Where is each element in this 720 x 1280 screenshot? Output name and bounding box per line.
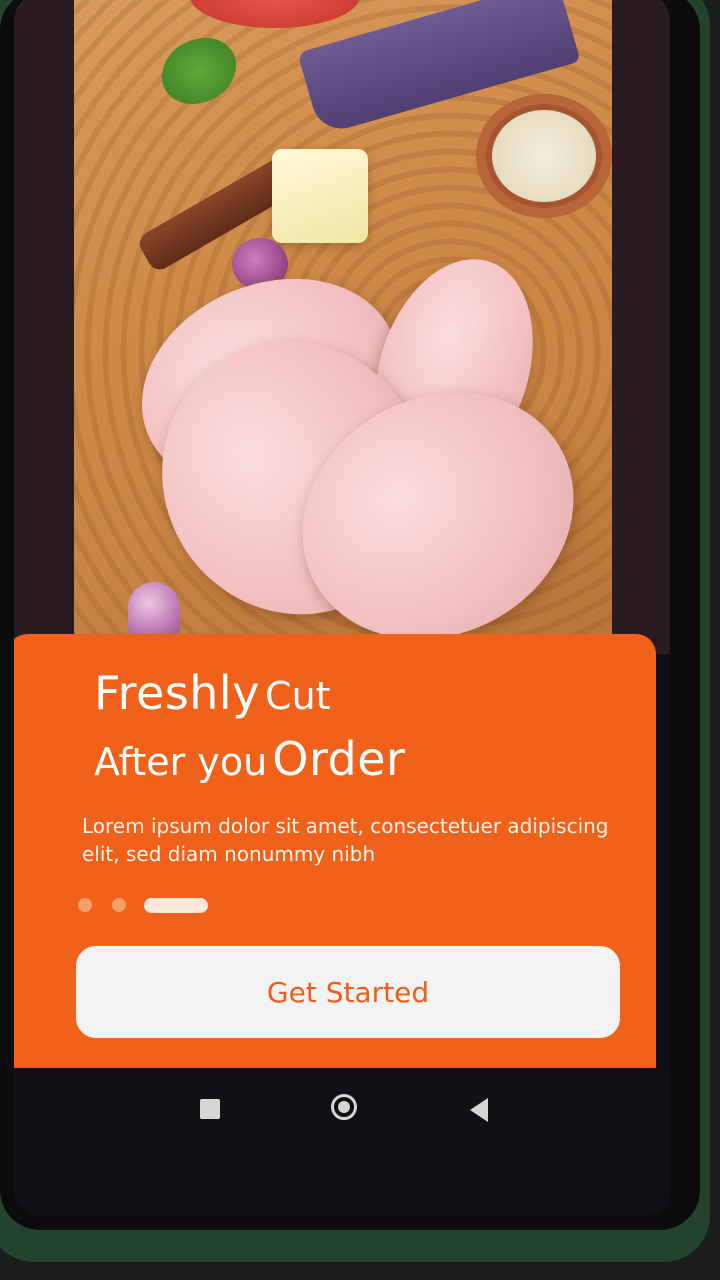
page-dot[interactable] xyxy=(112,898,126,912)
page-dot-active[interactable] xyxy=(144,898,208,913)
get-started-button[interactable]: Get Started xyxy=(76,946,620,1038)
headline-text: Cut xyxy=(265,674,331,718)
onboarding-description: Lorem ipsum dolor sit amet, consectetuer… xyxy=(82,814,609,866)
headline-emphasis: Order xyxy=(272,732,406,786)
page-dot[interactable] xyxy=(78,898,92,912)
headline-line-1: Freshly Cut xyxy=(94,666,405,728)
system-navigation-bar xyxy=(14,1068,670,1216)
headline-emphasis: Freshly xyxy=(94,666,260,720)
back-triangle-icon[interactable] xyxy=(470,1098,488,1122)
headline-line-2: After you Order xyxy=(94,732,405,794)
home-circle-icon[interactable] xyxy=(331,1094,357,1120)
rice-image xyxy=(492,110,596,202)
app-screen: Freshly Cut After you Order Lorem ipsum … xyxy=(14,0,670,1216)
headline-text: After you xyxy=(94,740,268,784)
recents-square-icon[interactable] xyxy=(200,1099,220,1119)
hero-image xyxy=(14,0,670,686)
butter-image xyxy=(272,149,368,243)
onion-slice-image xyxy=(128,582,180,634)
onboarding-headline: Freshly Cut After you Order xyxy=(94,666,405,794)
